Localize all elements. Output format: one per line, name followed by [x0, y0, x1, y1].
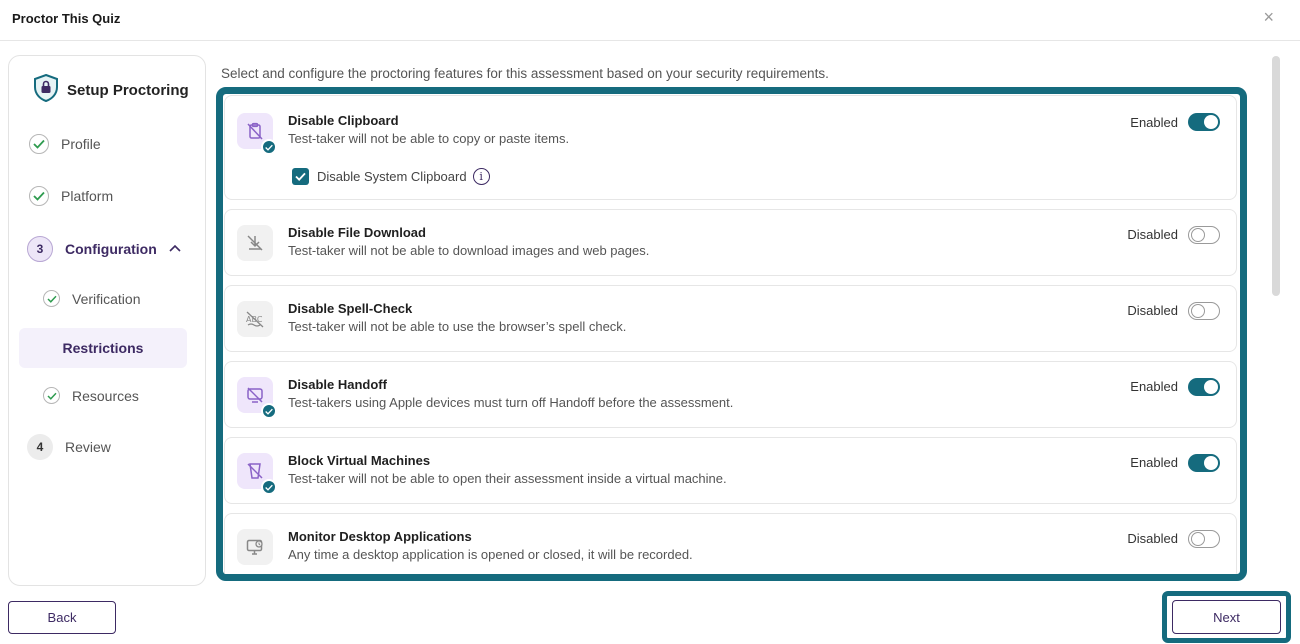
toggle-knob — [1204, 115, 1218, 129]
next-button-highlight: Next — [1162, 591, 1291, 643]
checkbox[interactable] — [292, 168, 309, 185]
step-configuration[interactable]: 3 Configuration — [27, 236, 181, 262]
desktop-monitor-icon — [237, 529, 273, 565]
check-badge-icon — [261, 139, 277, 155]
feature-status: Disabled — [1127, 227, 1178, 242]
close-icon[interactable]: × — [1263, 8, 1274, 26]
feature-card-block-virtual-machines: Block Virtual Machines Test-taker will n… — [224, 437, 1237, 504]
feature-toggle[interactable] — [1188, 302, 1220, 320]
features-list: Disable Clipboard Test-taker will not be… — [216, 87, 1247, 581]
checkbox-label: Disable System Clipboard — [317, 169, 467, 184]
dialog-header: Proctor This Quiz × — [0, 0, 1300, 41]
sidebar-header: Setup Proctoring — [33, 73, 189, 107]
check-circle-icon — [43, 290, 60, 307]
toggle-knob — [1191, 304, 1205, 318]
feature-title: Disable Handoff — [288, 377, 387, 392]
info-icon[interactable]: i — [472, 168, 490, 185]
feature-title: Disable Spell-Check — [288, 301, 413, 316]
handoff-off-icon — [237, 377, 277, 419]
substep-verification[interactable]: Verification — [43, 290, 140, 307]
clipboard-off-icon — [237, 113, 277, 155]
chevron-up-icon[interactable] — [169, 243, 181, 255]
feature-description: Test-taker will not be able to open thei… — [288, 471, 727, 486]
next-button[interactable]: Next — [1172, 600, 1281, 634]
toggle-knob — [1204, 456, 1218, 470]
scrollbar[interactable] — [1272, 56, 1280, 296]
feature-title: Disable Clipboard — [288, 113, 399, 128]
feature-toggle[interactable] — [1188, 113, 1220, 131]
feature-title: Block Virtual Machines — [288, 453, 431, 468]
step-label: Review — [65, 439, 111, 455]
check-badge-icon — [261, 403, 277, 419]
feature-description: Any time a desktop application is opened… — [288, 547, 693, 562]
step-review[interactable]: 4 Review — [27, 434, 111, 460]
feature-status: Enabled — [1130, 455, 1178, 470]
setup-sidebar: Setup Proctoring Profile Platform 3 Conf… — [8, 55, 206, 586]
feature-card-disable-spell-check: ABC Disable Spell-Check Test-taker will … — [224, 285, 1237, 352]
step-label: Profile — [61, 136, 101, 152]
substep-restrictions[interactable]: Restrictions — [19, 328, 187, 368]
check-circle-icon — [29, 186, 49, 206]
feature-card-disable-file-download: Disable File Download Test-taker will no… — [224, 209, 1237, 276]
feature-card-monitor-desktop-applications: Monitor Desktop Applications Any time a … — [224, 513, 1237, 574]
dialog-title: Proctor This Quiz — [12, 11, 121, 26]
shield-lock-icon — [33, 73, 59, 107]
intro-text: Select and configure the proctoring feat… — [221, 66, 829, 81]
step-profile[interactable]: Profile — [29, 134, 101, 154]
feature-card-disable-clipboard: Disable Clipboard Test-taker will not be… — [224, 95, 1237, 200]
disable-system-clipboard-option: Disable System Clipboard i — [292, 168, 490, 185]
feature-toggle[interactable] — [1188, 530, 1220, 548]
toggle-knob — [1191, 532, 1205, 546]
step-label: Platform — [61, 188, 114, 204]
vm-block-icon — [237, 453, 277, 495]
step-platform[interactable]: Platform — [29, 186, 113, 206]
feature-toggle[interactable] — [1188, 378, 1220, 396]
feature-status: Disabled — [1127, 303, 1178, 318]
substep-label: Verification — [72, 290, 141, 307]
substep-resources[interactable]: Resources — [43, 387, 139, 404]
feature-toggle[interactable] — [1188, 454, 1220, 472]
download-off-icon — [237, 225, 273, 261]
sidebar-title: Setup Proctoring — [67, 82, 189, 99]
spellcheck-off-icon: ABC — [237, 301, 273, 337]
feature-description: Test-taker will not be able to use the b… — [288, 319, 627, 334]
feature-description: Test-taker will not be able to download … — [288, 243, 650, 258]
feature-status: Disabled — [1127, 531, 1178, 546]
feature-card-disable-handoff: Disable Handoff Test-takers using Apple … — [224, 361, 1237, 428]
step-label: Configuration — [65, 241, 157, 257]
check-badge-icon — [261, 479, 277, 495]
toggle-knob — [1204, 380, 1218, 394]
substep-label: Restrictions — [62, 340, 144, 356]
feature-toggle[interactable] — [1188, 226, 1220, 244]
feature-status: Enabled — [1130, 379, 1178, 394]
feature-status: Enabled — [1130, 115, 1178, 130]
feature-title: Disable File Download — [288, 225, 426, 240]
feature-title: Monitor Desktop Applications — [288, 529, 472, 544]
check-circle-icon — [29, 134, 49, 154]
back-button[interactable]: Back — [8, 601, 116, 634]
toggle-knob — [1191, 228, 1205, 242]
check-circle-icon — [43, 387, 60, 404]
substep-label: Resources — [72, 387, 139, 404]
feature-description: Test-taker will not be able to copy or p… — [288, 131, 570, 146]
step-number-badge: 3 — [27, 236, 53, 262]
feature-description: Test-takers using Apple devices must tur… — [288, 395, 734, 410]
step-number-badge: 4 — [27, 434, 53, 460]
